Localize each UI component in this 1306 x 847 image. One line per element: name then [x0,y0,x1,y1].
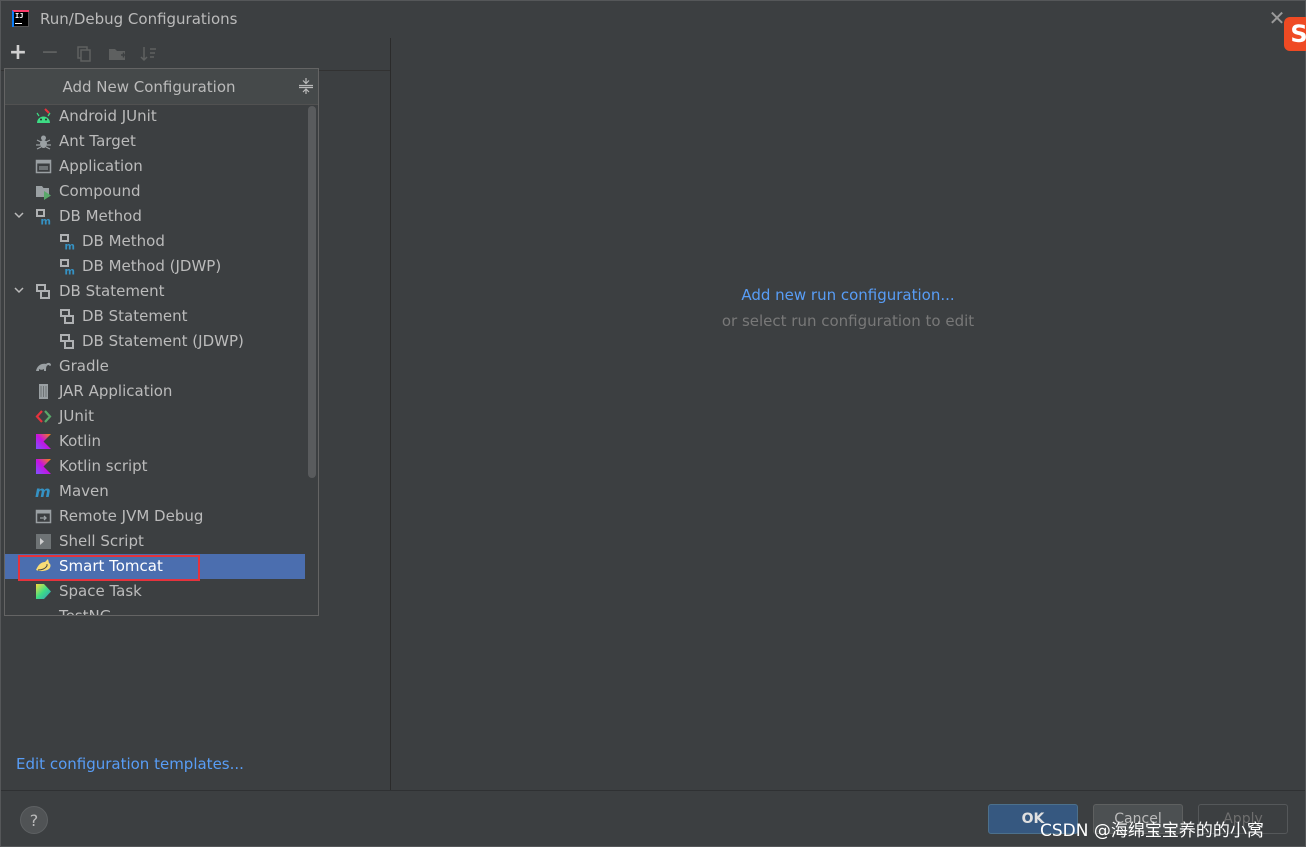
select-configuration-hint: or select run configuration to edit [721,312,975,330]
config-type-label: DB Statement [82,307,188,325]
annotation-highlight-box [18,555,200,581]
db-statement-icon [59,333,76,350]
config-type-item[interactable]: Ant Target [5,129,305,154]
configurations-toolbar: + − [1,38,390,71]
title-bar: IJ Run/Debug Configurations ✕ [1,1,1305,38]
configuration-type-list: Android JUnit Ant Target Application Compou… [5,104,305,616]
config-type-item[interactable]: JAR Application [5,379,305,404]
window-title: Run/Debug Configurations [40,10,238,28]
db-statement-icon [35,283,52,300]
config-type-label: Shell Script [59,532,144,550]
kotlin-icon [35,458,52,475]
config-type-item[interactable]: NG TestNG [5,604,305,616]
config-type-item[interactable]: m DB Method [5,229,305,254]
application-icon [35,158,52,175]
config-type-item[interactable]: DB Statement [5,304,305,329]
compound-icon [35,183,52,200]
config-type-item[interactable]: Shell Script [5,529,305,554]
config-type-label: Compound [59,182,141,200]
db-method-icon: m [59,258,76,278]
kotlin-icon [35,433,52,450]
config-type-label: Kotlin script [59,457,148,475]
config-type-item[interactable]: Application [5,154,305,179]
config-type-label: DB Method (JDWP) [82,257,222,275]
config-type-label: Android JUnit [59,107,157,125]
sort-configurations-button[interactable] [138,43,160,65]
gradle-icon [35,358,52,375]
add-new-configuration-popup: Add New Configuration Android JUnit Ant T… [4,68,319,616]
shell-script-icon [35,533,52,550]
config-type-item[interactable]: DB Statement [5,279,305,304]
remote-debug-icon [35,508,52,525]
db-method-icon: m [35,208,52,228]
svg-text:m: m [41,217,51,226]
svg-text:NG: NG [35,615,50,616]
config-type-item[interactable]: Kotlin [5,429,305,454]
config-type-label: Ant Target [59,132,136,150]
db-statement-icon [59,308,76,325]
svg-text:m: m [35,483,51,500]
chevron-down-icon[interactable] [12,283,26,297]
sort-icon [140,47,156,62]
config-type-label: Space Task [59,582,142,600]
collapse-all-icon[interactable] [298,76,314,96]
db-method-icon: m [59,233,76,253]
ant-icon [35,133,52,150]
folder-icon [109,49,126,60]
config-type-item[interactable]: Remote JVM Debug [5,504,305,529]
config-type-item[interactable]: DB Statement (JDWP) [5,329,305,354]
config-type-label: DB Method [82,232,165,250]
intellij-app-icon: IJ [12,10,29,27]
popup-scrollbar[interactable] [308,106,316,478]
config-type-item[interactable]: m DB Method [5,204,305,229]
config-type-label: Gradle [59,357,109,375]
popup-header: Add New Configuration [5,69,318,105]
android-junit-icon [35,108,52,125]
config-type-label: Kotlin [59,432,101,450]
help-button[interactable]: ? [20,806,48,834]
watermark-text: CSDN @海绵宝宝养的的小窝 [1040,821,1264,841]
space-icon [35,583,52,600]
config-type-label: JAR Application [59,382,173,400]
run-debug-configurations-dialog: IJ Run/Debug Configurations ✕ + − Edit c… [0,0,1306,847]
configuration-details-panel: Add new run configuration... or select r… [391,38,1305,790]
copy-icon [77,46,91,62]
config-type-item[interactable]: Compound [5,179,305,204]
config-type-label: DB Statement (JDWP) [82,332,244,350]
jar-icon [35,383,52,400]
add-new-run-configuration-link[interactable]: Add new run configuration... [391,286,1305,304]
config-type-label: DB Statement [59,282,165,300]
move-to-folder-button[interactable] [106,43,128,65]
copy-configuration-button[interactable] [73,43,95,65]
config-type-item[interactable]: Space Task [5,579,305,604]
config-type-item[interactable]: JUnit [5,404,305,429]
add-configuration-button[interactable]: + [7,42,29,65]
config-type-label: DB Method [59,207,142,225]
config-type-label: TestNG [59,607,112,616]
config-type-label: JUnit [59,407,94,425]
svg-text:m: m [65,242,75,251]
edit-configuration-templates-link[interactable]: Edit configuration templates... [16,755,244,773]
config-type-label: Remote JVM Debug [59,507,204,525]
junit-icon [35,408,52,425]
chevron-down-icon[interactable] [12,208,26,222]
config-type-item[interactable]: m Maven [5,479,305,504]
svg-text:m: m [65,267,75,276]
testng-icon: NG [35,608,52,616]
config-type-item[interactable]: m DB Method (JDWP) [5,254,305,279]
popup-title: Add New Configuration [62,78,236,96]
config-type-label: Maven [59,482,109,500]
remove-configuration-button[interactable]: − [39,42,61,65]
config-type-item[interactable]: Kotlin script [5,454,305,479]
maven-icon: m [35,483,52,501]
csdn-s-badge-icon: S [1284,17,1306,51]
config-type-label: Application [59,157,143,175]
config-type-item[interactable]: Android JUnit [5,104,305,129]
config-type-item[interactable]: Gradle [5,354,305,379]
